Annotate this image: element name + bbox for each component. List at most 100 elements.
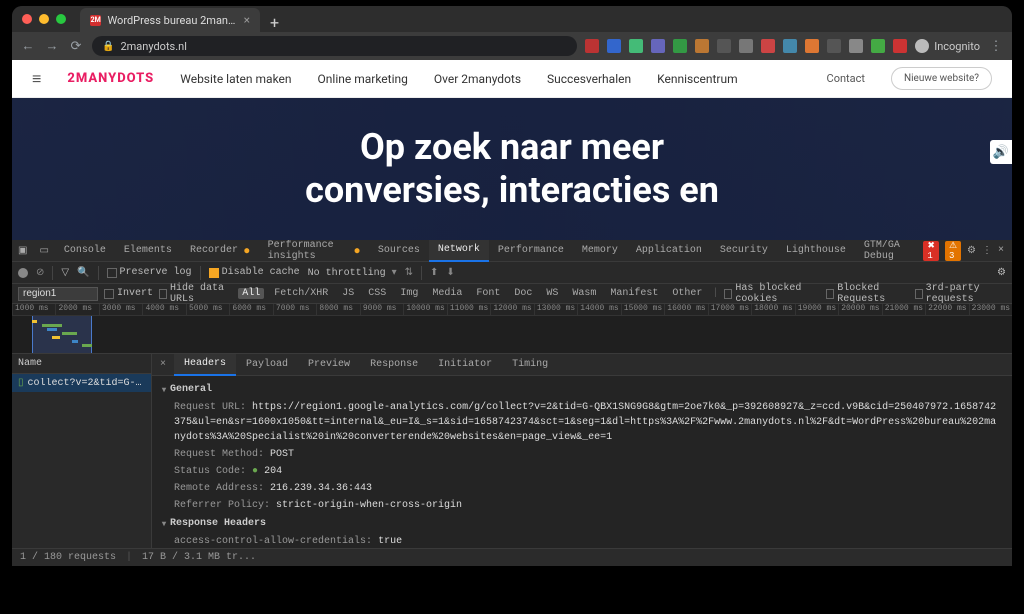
wifi-icon[interactable]: ⇅ xyxy=(405,267,413,279)
browser-tab[interactable]: 2M WordPress bureau 2manydots × xyxy=(80,8,260,32)
extension-icon[interactable] xyxy=(805,39,819,53)
extension-icon[interactable] xyxy=(893,39,907,53)
detail-tab-preview[interactable]: Preview xyxy=(298,354,360,376)
request-list: Name ▯ collect?v=2&tid=G-QBX1SNG... xyxy=(12,354,152,548)
extension-icon[interactable] xyxy=(783,39,797,53)
detail-tab-timing[interactable]: Timing xyxy=(502,354,558,376)
detail-tab-response[interactable]: Response xyxy=(360,354,428,376)
settings-icon[interactable]: ⚙ xyxy=(967,245,976,257)
nav-link[interactable]: Website laten maken xyxy=(180,72,291,86)
throttling-select[interactable]: No throttling ▾ xyxy=(308,267,397,279)
filter-type[interactable]: Wasm xyxy=(568,288,600,299)
close-details-icon[interactable]: × xyxy=(152,359,174,370)
tab-performance[interactable]: Performance xyxy=(489,240,573,262)
minimize-window-button[interactable] xyxy=(39,14,49,24)
blocked-requests-checkbox[interactable]: Blocked Requests xyxy=(826,283,908,305)
filter-type[interactable]: Manifest xyxy=(606,288,662,299)
filter-type[interactable]: CSS xyxy=(364,288,390,299)
tab-elements[interactable]: Elements xyxy=(115,240,181,262)
tab-security[interactable]: Security xyxy=(711,240,777,262)
hamburger-icon[interactable]: ≡ xyxy=(32,69,41,89)
filter-type[interactable]: Other xyxy=(668,288,706,299)
third-party-checkbox[interactable]: 3rd-party requests xyxy=(915,283,1006,305)
request-details: × Headers Payload Preview Response Initi… xyxy=(152,354,1012,548)
tab-network[interactable]: Network xyxy=(429,240,489,262)
network-settings-icon[interactable]: ⚙ xyxy=(997,267,1006,279)
menu-button[interactable]: ⋮ xyxy=(988,39,1004,54)
close-window-button[interactable] xyxy=(22,14,32,24)
tab-gtm-ga-debug[interactable]: GTM/GA Debug xyxy=(855,240,923,262)
nav-link[interactable]: Kenniscentrum xyxy=(657,72,738,86)
extension-icon[interactable] xyxy=(849,39,863,53)
nav-link[interactable]: Succesverhalen xyxy=(547,72,631,86)
more-icon[interactable]: ⋮ xyxy=(982,245,992,257)
nav-link[interactable]: Over 2manydots xyxy=(434,72,521,86)
detail-tab-headers[interactable]: Headers xyxy=(174,354,236,376)
filter-type[interactable]: Doc xyxy=(510,288,536,299)
close-tab-icon[interactable]: × xyxy=(244,13,250,27)
tab-sources[interactable]: Sources xyxy=(369,240,429,262)
tab-console[interactable]: Console xyxy=(55,240,115,262)
error-count-badge[interactable]: ✖ 1 xyxy=(923,241,939,261)
download-icon[interactable]: ⬇ xyxy=(446,267,454,279)
invert-checkbox[interactable]: Invert xyxy=(104,288,153,299)
audio-icon[interactable]: 🔊 xyxy=(990,140,1012,164)
contact-link[interactable]: Contact xyxy=(827,72,865,85)
filter-type-all[interactable]: All xyxy=(238,288,264,299)
extension-icon[interactable] xyxy=(717,39,731,53)
detail-tab-initiator[interactable]: Initiator xyxy=(428,354,502,376)
url-input[interactable]: 🔒 2manydots.nl xyxy=(92,36,577,56)
upload-icon[interactable]: ⬆ xyxy=(430,267,438,279)
preserve-log-checkbox[interactable]: Preserve log xyxy=(107,267,192,278)
extension-icon[interactable] xyxy=(827,39,841,53)
lock-icon: 🔒 xyxy=(102,41,114,52)
tab-performance-insights[interactable]: Performance insights xyxy=(259,240,369,262)
clear-button[interactable]: ⊘ xyxy=(36,267,44,279)
back-button[interactable]: ← xyxy=(20,38,36,54)
close-devtools-icon[interactable]: × xyxy=(998,245,1004,256)
filter-icon[interactable]: ▽ xyxy=(61,267,69,279)
warning-count-badge[interactable]: ⚠ 3 xyxy=(945,241,961,261)
nav-link[interactable]: Online marketing xyxy=(318,72,408,86)
blocked-cookies-checkbox[interactable]: Has blocked cookies xyxy=(724,283,820,305)
filter-type[interactable]: Font xyxy=(472,288,504,299)
hide-data-urls-checkbox[interactable]: Hide data URLs xyxy=(159,283,232,305)
device-toggle-icon[interactable]: ▭ xyxy=(33,240,54,262)
filter-type[interactable]: Media xyxy=(428,288,466,299)
section-general[interactable]: General xyxy=(162,384,1002,395)
site-logo[interactable]: 2MANYDOTS xyxy=(67,71,154,86)
tab-memory[interactable]: Memory xyxy=(573,240,627,262)
extension-icon[interactable] xyxy=(695,39,709,53)
section-response-headers[interactable]: Response Headers xyxy=(162,518,1002,529)
search-icon[interactable]: 🔍 xyxy=(77,267,89,279)
extension-icon[interactable] xyxy=(871,39,885,53)
extension-icon[interactable] xyxy=(629,39,643,53)
extension-icon[interactable] xyxy=(585,39,599,53)
request-list-header[interactable]: Name xyxy=(12,354,151,374)
request-row[interactable]: ▯ collect?v=2&tid=G-QBX1SNG... xyxy=(12,374,151,392)
tab-application[interactable]: Application xyxy=(627,240,711,262)
inspect-icon[interactable]: ▣ xyxy=(12,240,33,262)
incognito-indicator[interactable]: Incognito xyxy=(915,39,980,53)
disable-cache-checkbox[interactable]: Disable cache xyxy=(209,267,300,278)
extension-icon[interactable] xyxy=(607,39,621,53)
filter-type[interactable]: JS xyxy=(338,288,358,299)
extension-icon[interactable] xyxy=(761,39,775,53)
tab-lighthouse[interactable]: Lighthouse xyxy=(777,240,855,262)
extension-icon[interactable] xyxy=(739,39,753,53)
cta-button[interactable]: Nieuwe website? xyxy=(891,67,992,90)
filter-type[interactable]: Fetch/XHR xyxy=(270,288,332,299)
forward-button[interactable]: → xyxy=(44,38,60,54)
fullscreen-window-button[interactable] xyxy=(56,14,66,24)
detail-tab-payload[interactable]: Payload xyxy=(236,354,298,376)
extension-icon[interactable] xyxy=(673,39,687,53)
filter-type[interactable]: Img xyxy=(396,288,422,299)
filter-type[interactable]: WS xyxy=(542,288,562,299)
extension-icon[interactable] xyxy=(651,39,665,53)
new-tab-button[interactable]: + xyxy=(260,13,289,32)
record-button[interactable] xyxy=(18,268,28,278)
reload-button[interactable]: ⟳ xyxy=(68,39,84,54)
tab-recorder[interactable]: Recorder xyxy=(181,240,259,262)
network-timeline[interactable]: 1000 ms2000 ms3000 ms4000 ms5000 ms6000 … xyxy=(12,304,1012,354)
filter-input[interactable] xyxy=(18,287,98,301)
